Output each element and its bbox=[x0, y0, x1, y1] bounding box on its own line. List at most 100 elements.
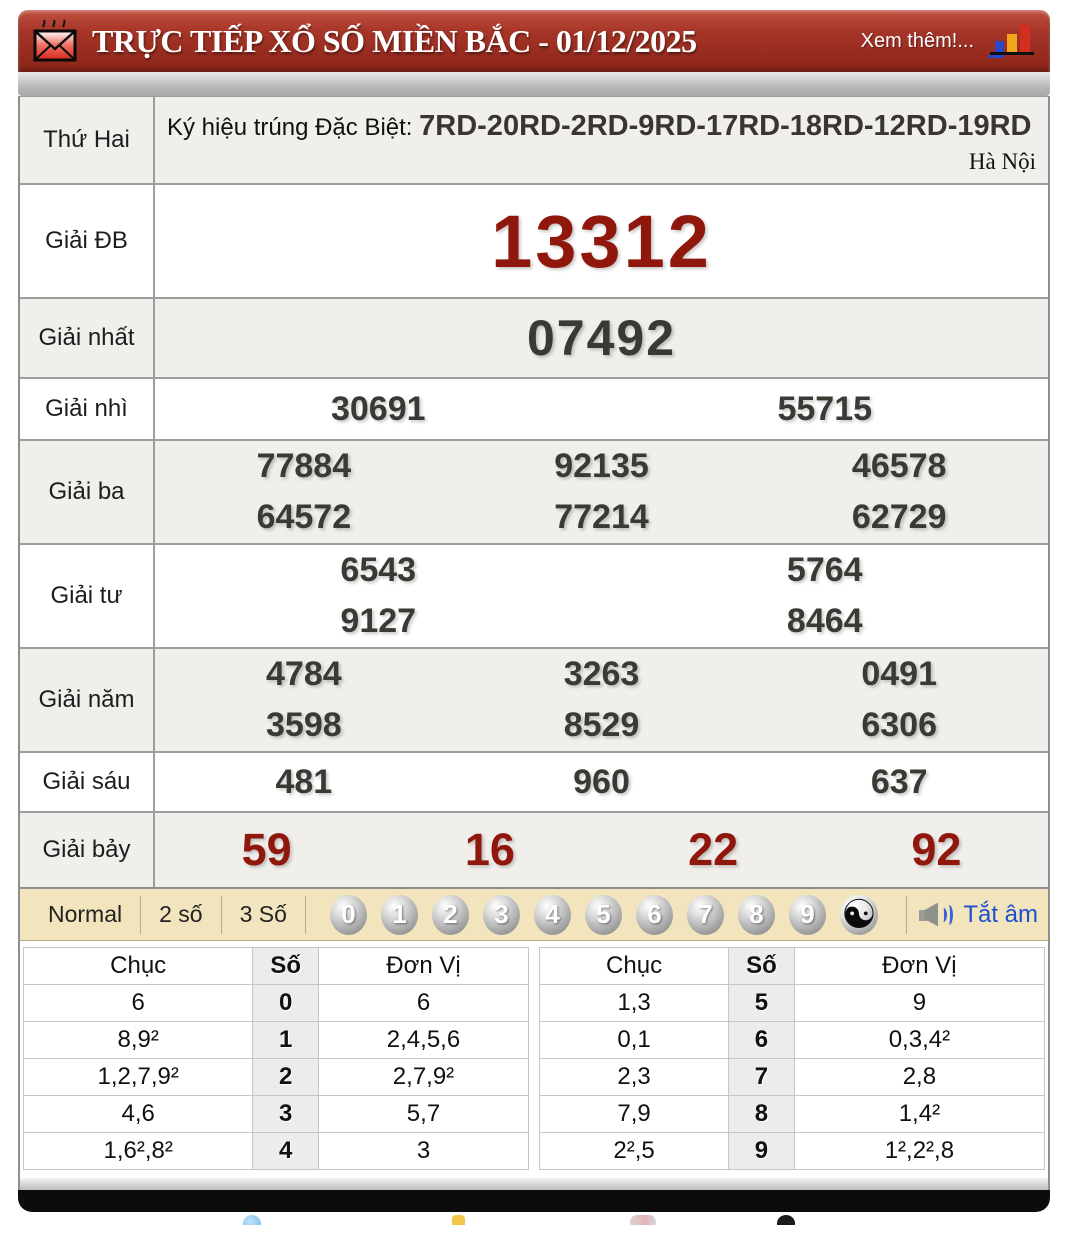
prize-number: 0491 bbox=[861, 655, 937, 693]
envelope-icon bbox=[32, 18, 78, 64]
prize-line: 30691 55715 bbox=[155, 390, 1048, 429]
prize-label: Giải nhì bbox=[20, 379, 155, 439]
bar-chart-icon[interactable] bbox=[988, 23, 1036, 59]
stats-table-right: Chục Số Đơn Vị 1,3 5 9 0,1 6 0,3,4² 2,3 7 2,8 7,9… bbox=[538, 947, 1046, 1170]
col-header-so: Số bbox=[252, 947, 319, 985]
prize-number: 3263 bbox=[563, 655, 640, 693]
prize-row-second: Giải nhì 30691 55715 bbox=[20, 379, 1048, 441]
stats-cell-chuc: 1,3 bbox=[538, 984, 730, 1022]
symbol-label: Ký hiệu trúng Đặc Biệt: bbox=[167, 114, 413, 141]
prize-number: 6306 bbox=[861, 706, 937, 744]
speaker-icon[interactable] bbox=[917, 901, 954, 929]
prize-line: 77884 92135 46578 bbox=[155, 447, 1048, 486]
ball-9[interactable]: 9 bbox=[788, 894, 826, 935]
mode-2-digits[interactable]: 2 số bbox=[141, 901, 220, 928]
prize-line: 64572 77214 62729 bbox=[155, 498, 1048, 537]
see-more-link[interactable]: Xem thêm!... bbox=[861, 30, 974, 53]
prize-number: 637 bbox=[870, 762, 928, 801]
prize-line: 13312 bbox=[155, 199, 1048, 284]
prize-line: 6543 5764 bbox=[155, 551, 1048, 590]
cutoff-icon-multi bbox=[630, 1215, 656, 1225]
prize-number: 92135 bbox=[554, 447, 649, 485]
prize-label: Giải sáu bbox=[20, 753, 155, 811]
stats-cell-donvi: 2,7,9² bbox=[317, 1058, 530, 1096]
ball-2[interactable]: 2 bbox=[431, 894, 469, 935]
prize-number: 46578 bbox=[851, 447, 947, 485]
prize-number: 77884 bbox=[256, 447, 352, 485]
stats-row: 1,2,7,9² 2 2,7,9² bbox=[22, 1058, 530, 1096]
prize-numbers: 6543 5764 9127 8464 bbox=[155, 545, 1048, 647]
prize-row-fourth: Giải tư 6543 5764 9127 8464 bbox=[20, 545, 1048, 649]
ball-5[interactable]: 5 bbox=[584, 894, 622, 935]
stats-header-row: Chục Số Đơn Vị bbox=[22, 947, 530, 985]
prize-line: 59 16 22 92 bbox=[155, 824, 1048, 876]
mode-3-digits[interactable]: 3 Số bbox=[222, 901, 305, 928]
prize-number: 07492 bbox=[526, 310, 677, 366]
prize-number: 960 bbox=[573, 762, 630, 801]
ball-6[interactable]: 6 bbox=[635, 894, 673, 935]
prize-number: 5764 bbox=[786, 551, 863, 589]
stats-cell-chuc: 1,6²,8² bbox=[22, 1132, 254, 1170]
prize-number: 8464 bbox=[786, 602, 863, 640]
col-header-donvi: Đơn Vị bbox=[317, 947, 530, 985]
lottery-page: TRỰC TIẾP XỔ SỐ MIỀN BẮC - 01/12/2025 Xe… bbox=[18, 10, 1050, 1225]
stats-cell-donvi: 0,3,4² bbox=[793, 1021, 1046, 1059]
prize-label: Giải ĐB bbox=[20, 185, 155, 297]
prize-row-fifth: Giải năm 4784 3263 0491 3598 8529 6306 bbox=[20, 649, 1048, 753]
stats-cell-so: 5 bbox=[728, 984, 795, 1022]
stats-row: 4,6 3 5,7 bbox=[22, 1095, 530, 1133]
prize-label: Giải năm bbox=[20, 649, 155, 751]
ball-4[interactable]: 4 bbox=[533, 894, 571, 935]
prize-number: 77214 bbox=[554, 498, 649, 536]
prize-line: 4784 3263 0491 bbox=[155, 655, 1048, 694]
prize-numbers: 59 16 22 92 bbox=[155, 813, 1048, 887]
stats-cell-chuc: 2²,5 bbox=[538, 1132, 730, 1170]
stats-cell-so: 6 bbox=[728, 1021, 795, 1059]
col-header-so: Số bbox=[728, 947, 795, 985]
mute-button[interactable]: Tắt âm bbox=[963, 901, 1038, 929]
prize-row-db: Giải ĐB 13312 bbox=[20, 185, 1048, 299]
stats-row: 7,9 8 1,4² bbox=[538, 1095, 1046, 1133]
stats-cell-chuc: 4,6 bbox=[22, 1095, 254, 1133]
display-toolbar: Normal 2 số 3 Số 0123456789 ☯ Tắt âm bbox=[18, 889, 1050, 941]
yinyang-ball-icon[interactable]: ☯ bbox=[839, 894, 878, 935]
ball-7[interactable]: 7 bbox=[686, 894, 724, 935]
stats-cell-donvi: 2,4,5,6 bbox=[317, 1021, 530, 1059]
prize-label: Giải ba bbox=[20, 441, 155, 543]
prize-number: 4784 bbox=[266, 655, 342, 693]
mode-normal[interactable]: Normal bbox=[30, 901, 140, 928]
prize-number: 64572 bbox=[256, 498, 352, 536]
separator bbox=[906, 895, 908, 934]
footer-bar bbox=[18, 1190, 1050, 1212]
ball-1[interactable]: 1 bbox=[380, 894, 418, 935]
stats-cell-so: 4 bbox=[252, 1132, 319, 1170]
prize-row-third: Giải ba 77884 92135 46578 64572 77214 62729 bbox=[20, 441, 1048, 545]
mute-control[interactable]: Tắt âm bbox=[906, 895, 1038, 934]
cutoff-icon-blue bbox=[243, 1215, 261, 1225]
prize-number: 30691 bbox=[330, 389, 426, 428]
prize-numbers: 4784 3263 0491 3598 8529 6306 bbox=[155, 649, 1048, 751]
prize-label: Giải tư bbox=[20, 545, 155, 647]
stats-row: 1,6²,8² 4 3 bbox=[22, 1132, 530, 1170]
stats-cell-donvi: 5,7 bbox=[317, 1095, 530, 1133]
stats-cell-so: 2 bbox=[252, 1058, 319, 1096]
ball-8[interactable]: 8 bbox=[737, 894, 775, 935]
symbol-codes: 7RD-20RD-2RD-9RD-17RD-18RD-12RD-19RD bbox=[419, 110, 1032, 142]
prize-number: 22 bbox=[688, 824, 739, 875]
stats-row: 2²,5 9 1²,2²,8 bbox=[538, 1132, 1046, 1170]
separator bbox=[304, 895, 306, 934]
ball-3[interactable]: 3 bbox=[482, 894, 520, 935]
ball-0[interactable]: 0 bbox=[329, 894, 367, 935]
prize-numbers: 77884 92135 46578 64572 77214 62729 bbox=[155, 441, 1048, 543]
col-header-chuc: Chục bbox=[22, 947, 254, 985]
prize-number: 481 bbox=[275, 762, 333, 801]
stats-cell-so: 0 bbox=[252, 984, 319, 1022]
stats-cell-chuc: 7,9 bbox=[538, 1095, 730, 1133]
prize-number: 92 bbox=[911, 824, 962, 875]
stats-row: 0,1 6 0,3,4² bbox=[538, 1021, 1046, 1059]
stats-cell-so: 9 bbox=[728, 1132, 795, 1170]
prize-line: 481 960 637 bbox=[155, 763, 1048, 802]
prize-numbers: 13312 bbox=[155, 185, 1048, 297]
footer-divider bbox=[18, 1178, 1050, 1190]
stats-cell-chuc: 6 bbox=[22, 984, 254, 1022]
